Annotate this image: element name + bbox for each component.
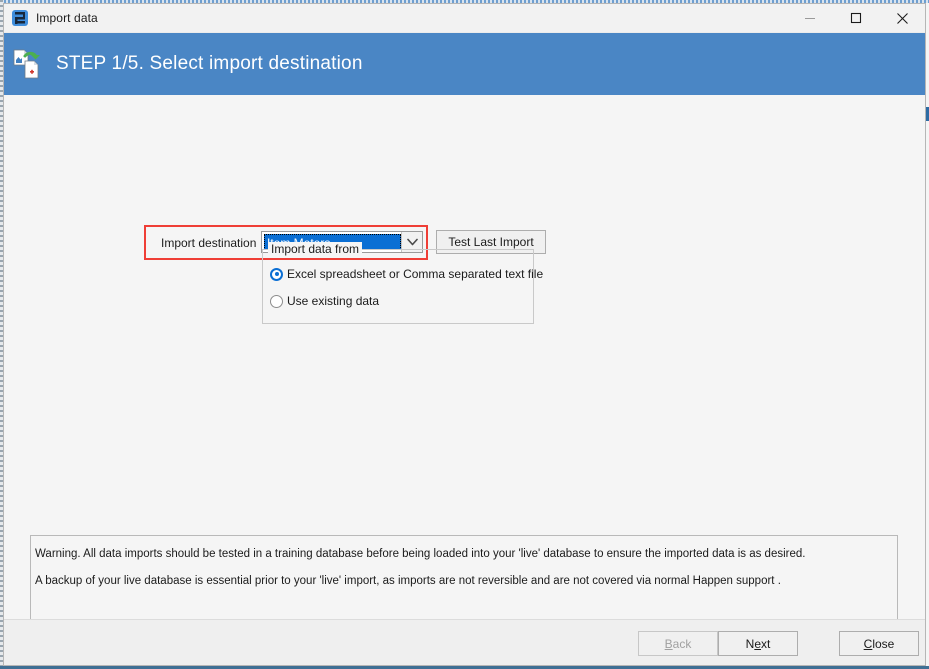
minimize-icon: [805, 18, 815, 19]
warning-line-1: Warning. All data imports should be test…: [35, 548, 806, 560]
radio-option-existing-data-label: Use existing data: [287, 294, 380, 308]
maximize-icon: [850, 12, 862, 24]
close-icon: [896, 12, 908, 24]
dialog-footer: Back Next Close: [4, 619, 925, 665]
close-dialog-button[interactable]: Close: [839, 631, 919, 656]
back-label-rest: ack: [672, 636, 692, 651]
radio-selected-icon: [270, 267, 283, 281]
close-label-rest: lose: [872, 636, 895, 651]
back-mnemonic: B: [664, 636, 673, 651]
window-controls: [787, 4, 925, 32]
warning-panel: Warning. All data imports should be test…: [30, 535, 898, 628]
import-destination-label: Import destination: [161, 236, 257, 250]
import-data-from-group: [262, 249, 534, 324]
next-label-first: N: [745, 636, 755, 651]
radio-unselected-icon: [270, 294, 283, 308]
screenshot-root: Import data STEP 1/5. Select import dest…: [0, 0, 929, 669]
next-mnemonic: e: [754, 636, 761, 651]
step-header: STEP 1/5. Select import destination: [4, 33, 925, 95]
back-button[interactable]: Back: [638, 631, 718, 656]
next-label-rest: xt: [761, 636, 771, 651]
import-data-from-legend: Import data from: [268, 242, 363, 256]
next-button[interactable]: Next: [718, 631, 798, 656]
minimize-button[interactable]: [787, 4, 833, 32]
title-bar: Import data: [4, 4, 925, 33]
close-button[interactable]: [879, 4, 925, 32]
radio-option-existing-data[interactable]: Use existing data: [270, 294, 379, 308]
radio-option-excel-label: Excel spreadsheet or Comma separated tex…: [287, 267, 544, 281]
import-data-dialog: Import data STEP 1/5. Select import dest…: [3, 3, 926, 666]
window-title: Import data: [36, 11, 98, 25]
dialog-body: Import destination Item Meters Test Last…: [4, 95, 925, 628]
warning-line-2: A backup of your live database is essent…: [35, 575, 781, 587]
import-documents-icon: [12, 47, 46, 81]
step-title: STEP 1/5. Select import destination: [56, 53, 363, 74]
app-icon: [12, 10, 28, 26]
radio-option-excel[interactable]: Excel spreadsheet or Comma separated tex…: [270, 267, 543, 281]
maximize-button[interactable]: [833, 4, 879, 32]
